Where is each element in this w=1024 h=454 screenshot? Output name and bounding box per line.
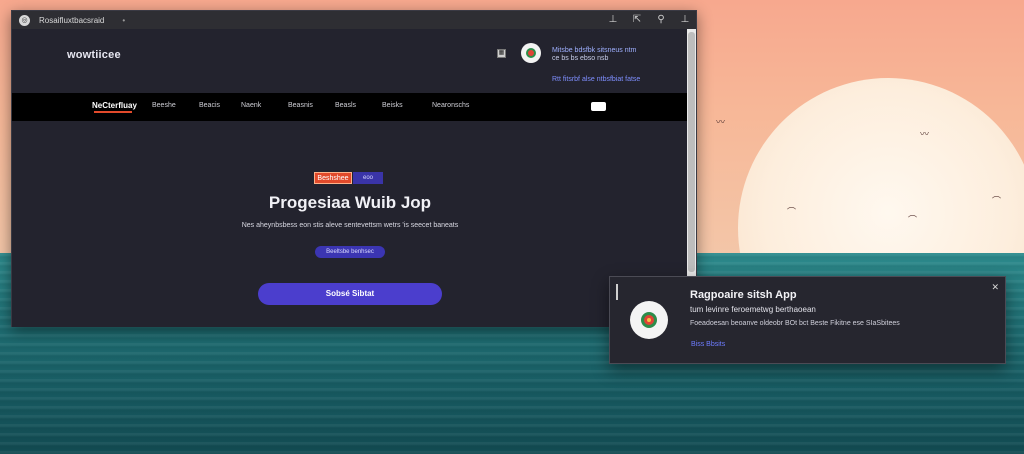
web-page: wowtiicee ▦ Mitsbe bdsfbk sitsneus ntm c…	[12, 29, 688, 327]
notification-message: tum levinre feroemetwg berthaoean	[690, 305, 816, 314]
scrollbar-thumb[interactable]	[688, 32, 695, 272]
install-notification[interactable]: ✕ Ragpoaire sitsh App tum levinre feroem…	[609, 276, 1006, 364]
share-icon[interactable]: ⇱	[632, 13, 642, 27]
header-info-link[interactable]: Rtt fitsrbf alse ntbsfbiat fatse	[552, 76, 640, 83]
nav-item[interactable]: Beasnis	[288, 102, 313, 109]
bird-icon: ⌒	[992, 196, 1002, 206]
extensions-icon[interactable]: ⚲	[656, 13, 666, 27]
notification-link[interactable]: Biss Bbsits	[691, 341, 725, 348]
bird-icon: 〰	[716, 117, 726, 127]
header-info-line: ce bs bs ebso nsb	[552, 55, 609, 62]
header-info-line[interactable]: Mitsbe bdsfbk sitsneus ntm	[552, 47, 636, 54]
hero-title: Progesiaa Wuib Jop	[268, 193, 432, 212]
nav-item[interactable]: Nearonschs	[432, 102, 469, 109]
browser-app-icon[interactable]: ◎	[19, 14, 30, 26]
user-avatar[interactable]	[521, 43, 541, 63]
nav-brand-underline	[94, 111, 132, 113]
hero-chip-button[interactable]: Beeltsbe benhsec	[315, 246, 385, 258]
nav-item[interactable]: Beacis	[199, 102, 220, 109]
bird-icon: ⌒	[787, 207, 797, 217]
notification-details: Foeadoesan beoanve oldeobr BOt bct Beste…	[690, 320, 900, 327]
nav-item[interactable]: Beasls	[335, 102, 356, 109]
hero-tag: eoo	[353, 172, 383, 184]
bird-icon: 〰	[920, 129, 930, 139]
bird-icon: ⌒	[908, 215, 918, 225]
app-logo-avatar	[630, 301, 668, 339]
app-logo-icon	[641, 312, 657, 328]
nav-brand[interactable]: NeCterfluay	[92, 101, 137, 110]
nav-item[interactable]: Beisks	[382, 102, 403, 109]
site-header: wowtiicee ▦ Mitsbe bdsfbk sitsneus ntm c…	[12, 29, 688, 85]
minimize-icon[interactable]: ⊥	[680, 13, 690, 27]
nav-item[interactable]: Beeshe	[152, 102, 176, 109]
close-icon[interactable]: ✕	[991, 282, 999, 293]
window-controls: ⊥ ⇱ ⚲ ⊥	[608, 13, 690, 27]
grid-icon[interactable]: ▦	[497, 49, 506, 58]
browser-window: ◎ Rosaifluxtbacsraid • ⊥ ⇱ ⚲ ⊥ wowtiicee…	[11, 10, 697, 327]
get-started-button[interactable]: Sobsé Sibtat	[258, 283, 442, 305]
hero-badge: Beshshee	[314, 172, 352, 184]
notification-accent-bar	[616, 284, 618, 300]
site-logo[interactable]: wowtiicee	[67, 49, 121, 61]
window-title: Rosaifluxtbacsraid	[39, 15, 105, 25]
main-navigation: NeCterfluay Beeshe Beacis Naenk Beasnis …	[12, 93, 688, 121]
hero-subtitle: Nes aheynbsbess eon stis aleve sentevett…	[241, 222, 459, 229]
user-avatar-icon	[526, 48, 536, 58]
pin-icon[interactable]: ⊥	[608, 13, 618, 27]
nav-action-button[interactable]	[591, 102, 606, 111]
notification-title: Ragpoaire sitsh App	[690, 289, 797, 301]
nav-item[interactable]: Naenk	[241, 102, 261, 109]
window-titlebar[interactable]: ◎ Rosaifluxtbacsraid • ⊥ ⇱ ⚲ ⊥	[12, 11, 696, 30]
title-dot: •	[122, 15, 126, 25]
